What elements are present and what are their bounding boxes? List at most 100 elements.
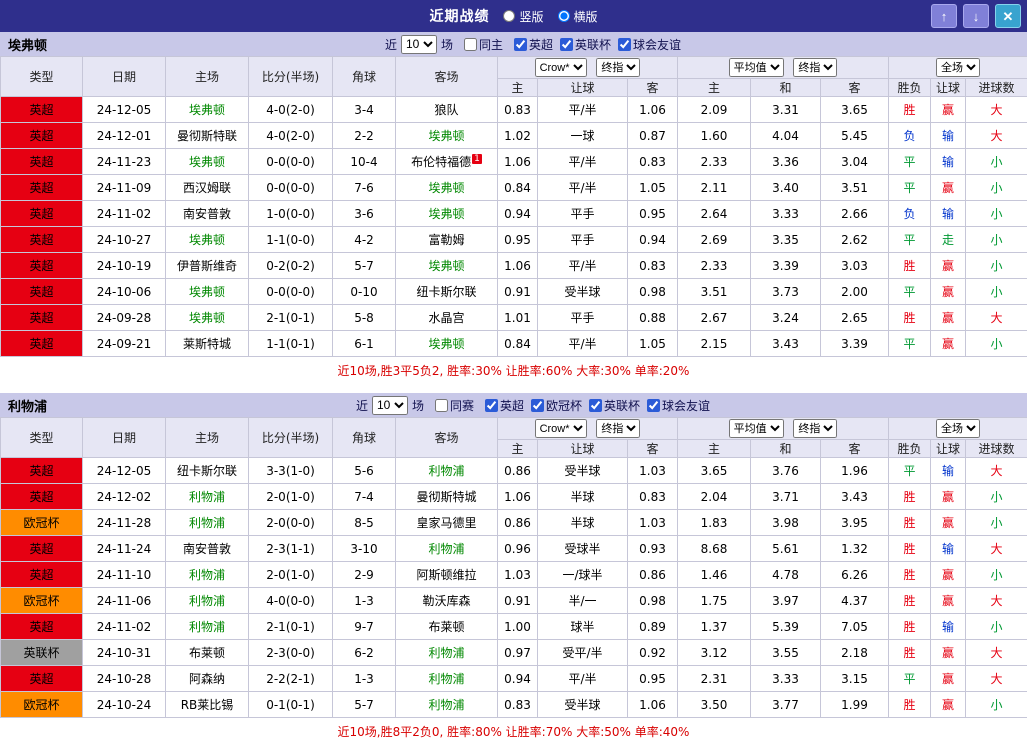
sub-header-euro-home: 主 — [678, 79, 751, 97]
league-filter[interactable]: 英超 — [485, 397, 524, 414]
cell-date: 24-11-06 — [83, 588, 166, 614]
cell-result: 平 — [889, 149, 931, 175]
cell-away-team: 埃弗顿 — [396, 201, 498, 227]
cell-asian-home-odds: 1.03 — [498, 562, 538, 588]
cell-euro-home-odds: 2.33 — [678, 149, 751, 175]
sub-header-goals: 进球数 — [966, 79, 1027, 97]
league-filter[interactable]: 欧冠杯 — [531, 397, 582, 414]
same-filter[interactable]: 同赛 — [435, 397, 474, 414]
cell-asian-home-odds: 1.06 — [498, 149, 538, 175]
away-team-name: 勒沃库森 — [422, 594, 470, 608]
cell-league: 英超 — [1, 458, 83, 484]
summary-text: 近10场,胜8平2负0, 胜率:80% 让胜率:70% 大率:50% 单率:40… — [0, 718, 1027, 742]
cell-corners: 5-7 — [333, 253, 396, 279]
match-count-select[interactable]: 10 — [401, 35, 437, 54]
league-filter[interactable]: 英联杯 — [560, 36, 611, 53]
away-team-name: 埃弗顿 — [428, 259, 464, 273]
cell-handicap-line: 平手 — [538, 227, 628, 253]
up-arrow-icon: ↑ — [941, 10, 948, 23]
euro-odds-time-select[interactable]: 终指 — [793, 58, 837, 77]
cell-league: 英超 — [1, 123, 83, 149]
cell-league: 英联杯 — [1, 640, 83, 666]
league-filter-checkbox[interactable] — [514, 38, 527, 51]
league-filter[interactable]: 球会友谊 — [647, 397, 710, 414]
cell-score: 2-3(1-1) — [249, 536, 333, 562]
cell-date: 24-10-28 — [83, 666, 166, 692]
league-filter[interactable]: 球会友谊 — [618, 36, 681, 53]
home-team-name: 曼彻斯特联 — [177, 129, 237, 143]
cell-euro-home-odds: 2.09 — [678, 97, 751, 123]
cell-home-team: 利物浦 — [166, 614, 249, 640]
league-filter-checkbox[interactable] — [618, 38, 631, 51]
sub-header-asian-home: 主 — [498, 79, 538, 97]
scroll-up-button[interactable]: ↑ — [931, 4, 957, 28]
cell-league: 欧冠杯 — [1, 588, 83, 614]
cell-result: 胜 — [889, 484, 931, 510]
cell-euro-draw-odds: 3.35 — [751, 227, 821, 253]
match-row: 英超 24-10-06 埃弗顿 0-0(0-0) 0-10 纽卡斯尔联 0.91… — [1, 279, 1027, 305]
euro-odds-group-header: 平均值 终指 — [678, 418, 889, 440]
asian-odds-time-select[interactable]: 终指 — [596, 58, 640, 77]
cell-handicap-line: 受球半 — [538, 536, 628, 562]
close-button[interactable]: ✕ — [995, 4, 1021, 28]
cell-goals: 小 — [966, 201, 1027, 227]
cell-euro-draw-odds: 3.43 — [751, 331, 821, 357]
cell-date: 24-09-28 — [83, 305, 166, 331]
cell-euro-draw-odds: 3.24 — [751, 305, 821, 331]
matches-tbody: 英超 24-12-05 纽卡斯尔联 3-3(1-0) 5-6 利物浦 0.86 … — [1, 458, 1027, 718]
euro-average-select[interactable]: 平均值 — [729, 58, 784, 77]
cell-date: 24-11-10 — [83, 562, 166, 588]
same-filter-checkbox[interactable] — [464, 38, 477, 51]
sub-header-euro-draw: 和 — [751, 79, 821, 97]
cell-asian-home-odds: 0.86 — [498, 510, 538, 536]
layout-radio-vertical[interactable]: 竖版 — [503, 8, 543, 25]
league-filter-checkbox[interactable] — [647, 399, 660, 412]
league-filter-checkbox[interactable] — [589, 399, 602, 412]
league-filter-checkbox[interactable] — [485, 399, 498, 412]
cell-goals: 大 — [966, 458, 1027, 484]
bookmaker-select[interactable]: Crow* — [535, 58, 587, 77]
scope-select[interactable]: 全场 — [936, 58, 980, 77]
cell-result: 胜 — [889, 640, 931, 666]
match-count-select[interactable]: 10 — [372, 396, 408, 415]
layout-radio-horizontal[interactable]: 横版 — [558, 8, 598, 25]
cell-result: 胜 — [889, 692, 931, 718]
match-row: 欧冠杯 24-10-24 RB莱比锡 0-1(0-1) 5-7 利物浦 0.83… — [1, 692, 1027, 718]
league-filter[interactable]: 英联杯 — [589, 397, 640, 414]
cell-goals: 小 — [966, 562, 1027, 588]
scroll-down-button[interactable]: ↓ — [963, 4, 989, 28]
match-row: 英超 24-11-02 南安普敦 1-0(0-0) 3-6 埃弗顿 0.94 平… — [1, 201, 1027, 227]
league-filter-checkbox[interactable] — [531, 399, 544, 412]
layout-radio-vertical-input[interactable] — [503, 10, 515, 22]
bookmaker-select[interactable]: Crow* — [535, 419, 587, 438]
col-header-type: 类型 — [1, 418, 83, 458]
cell-league: 英超 — [1, 175, 83, 201]
euro-odds-time-select[interactable]: 终指 — [793, 419, 837, 438]
cell-result: 胜 — [889, 536, 931, 562]
cell-corners: 3-10 — [333, 536, 396, 562]
cell-corners: 1-3 — [333, 666, 396, 692]
league-filter-checkbox[interactable] — [560, 38, 573, 51]
cell-corners: 10-4 — [333, 149, 396, 175]
cell-league: 英超 — [1, 331, 83, 357]
sub-header-euro-away: 客 — [821, 440, 889, 458]
layout-radio-horizontal-input[interactable] — [558, 10, 570, 22]
same-filter-checkbox[interactable] — [435, 399, 448, 412]
cell-home-team: 埃弗顿 — [166, 279, 249, 305]
cell-score: 2-1(0-1) — [249, 614, 333, 640]
cell-euro-home-odds: 1.75 — [678, 588, 751, 614]
cell-home-team: 利物浦 — [166, 510, 249, 536]
cell-home-team: 西汉姆联 — [166, 175, 249, 201]
match-row: 英超 24-11-23 埃弗顿 0-0(0-0) 10-4 布伦特福德1 1.0… — [1, 149, 1027, 175]
scope-select[interactable]: 全场 — [936, 419, 980, 438]
cell-corners: 5-8 — [333, 305, 396, 331]
cell-corners: 7-4 — [333, 484, 396, 510]
same-filter[interactable]: 同主 — [464, 36, 503, 53]
away-team-name: 富勒姆 — [428, 233, 464, 247]
league-filter[interactable]: 英超 — [514, 36, 553, 53]
asian-odds-time-select[interactable]: 终指 — [596, 419, 640, 438]
cell-goals: 小 — [966, 279, 1027, 305]
euro-average-select[interactable]: 平均值 — [729, 419, 784, 438]
cell-corners: 2-2 — [333, 123, 396, 149]
cell-handicap-line: 受半球 — [538, 279, 628, 305]
